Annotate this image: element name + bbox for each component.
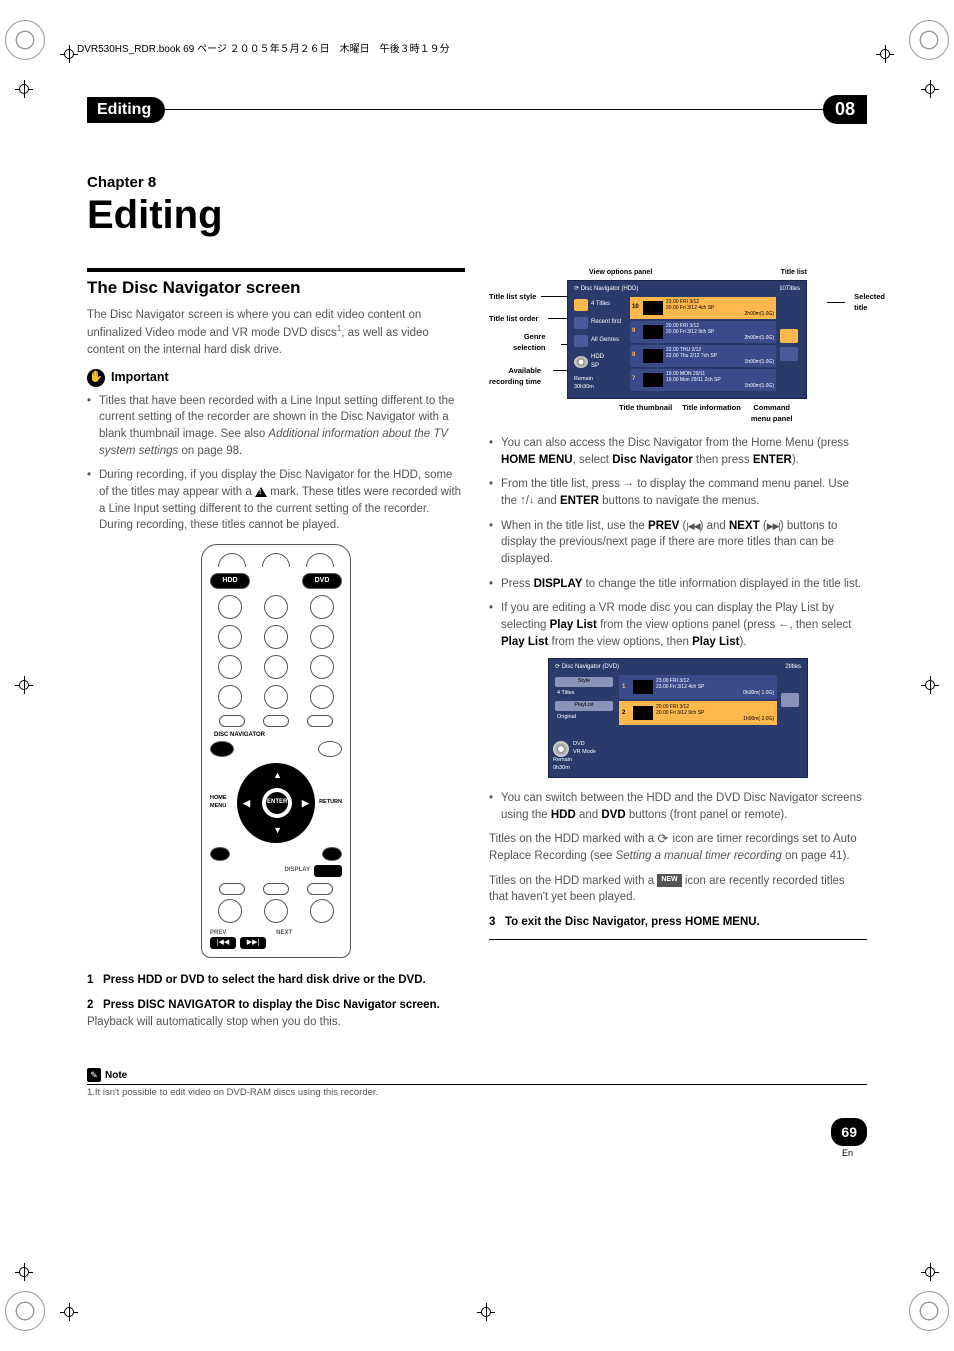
left-arrow-icon: ← xyxy=(778,617,789,633)
list-item: When in the title list, use the PREV () … xyxy=(489,518,867,568)
list-item: You can switch between the HDD and the D… xyxy=(489,790,867,823)
enter-button: ENTER xyxy=(266,792,288,814)
chapter-title: Editing xyxy=(87,193,867,238)
list-item: You can also access the Disc Navigator f… xyxy=(489,435,867,468)
disc-navigator-button xyxy=(210,741,234,757)
recycle-icon xyxy=(657,833,669,845)
warning-triangle-icon xyxy=(255,487,267,497)
list-item: If you are editing a VR mode disc you ca… xyxy=(489,600,867,650)
dvd-button: DVD xyxy=(302,573,342,589)
step: 1 Press HDD or DVD to select the hard di… xyxy=(87,972,465,989)
important-item: During recording, if you display the Dis… xyxy=(87,467,465,534)
list-item: Press DISPLAY to change the title inform… xyxy=(489,576,867,593)
intro-paragraph: The Disc Navigator screen is where you c… xyxy=(87,307,465,359)
note-icon: ✎ xyxy=(87,1068,101,1082)
paragraph: Titles on the HDD marked with a NEW icon… xyxy=(489,873,867,906)
disc-navigator-diagram: View options panel Title list Title list… xyxy=(489,268,867,425)
step: 2 Press DISC NAVIGATOR to display the Di… xyxy=(87,997,465,1030)
hdd-button: HDD xyxy=(210,573,250,589)
next-icon xyxy=(767,520,780,532)
display-button xyxy=(314,865,342,877)
paragraph: Titles on the HDD marked with a icon are… xyxy=(489,831,867,864)
section-title: The Disc Navigator screen xyxy=(87,276,465,301)
dpad: ▲ ▼ ◀ ▶ ENTER xyxy=(237,763,315,843)
new-badge-icon: NEW xyxy=(657,874,681,886)
important-item: Titles that have been recorded with a Li… xyxy=(87,393,465,460)
chapter-label: Chapter 8 xyxy=(87,174,867,191)
remote-illustration: HDD DVD DISC NAVIGATOR xyxy=(201,544,351,958)
right-column: View options panel Title list Title list… xyxy=(489,268,867,1038)
list-item: From the title list, press → to display … xyxy=(489,476,867,509)
chapter-number-badge: 08 xyxy=(823,95,867,124)
note-text: 1.It isn't possible to edit video on DVD… xyxy=(87,1087,867,1098)
book-header: DVR530HS_RDR.book 69 ページ ２００５年５月２６日 木曜日 … xyxy=(77,40,867,55)
title-row: 10 23.00 FRI 3/1220.00 Fri 3/12 4ch SP2h… xyxy=(630,297,776,319)
hdd-navigator-screen: ⟳ Disc Navigator (HDD) 10Titles 4 Titles… xyxy=(567,280,807,399)
top-bar: Editing 08 xyxy=(87,95,867,124)
prev-button: |◀◀ xyxy=(210,937,236,949)
left-column: The Disc Navigator screen The Disc Navig… xyxy=(87,268,465,1038)
next-button: ▶▶| xyxy=(240,937,266,949)
title-row: 7 19.00 MON 29/1119.00 Mon 29/11 2ch SP1… xyxy=(630,369,776,391)
important-label: Important xyxy=(111,368,169,386)
step: 3 To exit the Disc Navigator, press HOME… xyxy=(489,914,867,931)
section-tab: Editing xyxy=(87,97,165,123)
page-language: En xyxy=(842,1148,853,1158)
title-row: 9 20.00 FRI 3/1220.00 Fri 3/12 9ch SP2h0… xyxy=(630,321,776,343)
note-label: Note xyxy=(105,1070,127,1081)
title-row: 8 22.00 THU 2/1222.00 Thu 2/12 7ch SP1h0… xyxy=(630,345,776,367)
page-number-badge: 69 xyxy=(831,1118,867,1146)
dvd-navigator-screen: ⟳ Disc Navigator (DVD) 2titles Style 4 T… xyxy=(548,658,808,778)
important-icon: ✋ xyxy=(87,369,105,387)
title-row: 2 20.00 FRI 3/1220.00 Fri 3/12 9ch SP1h0… xyxy=(619,701,777,725)
prev-icon xyxy=(686,520,699,532)
right-arrow-icon: → xyxy=(623,476,634,492)
title-row: 1 23.00 FRI 3/1223.00 Fri 3/12 4ch SP0h3… xyxy=(619,675,777,699)
